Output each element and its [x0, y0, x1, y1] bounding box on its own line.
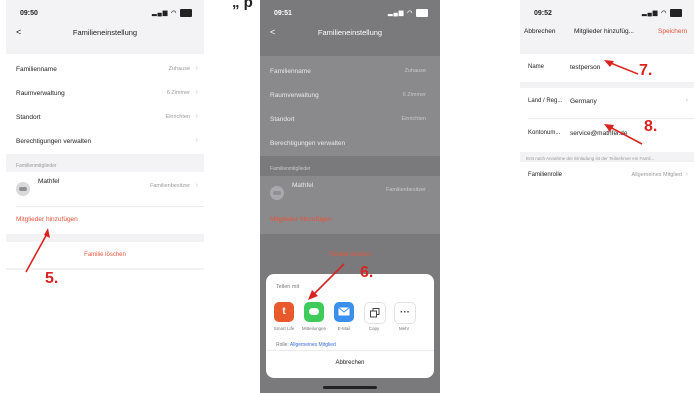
name-input[interactable]: testperson [570, 64, 600, 71]
status-time: 09:51 [274, 10, 292, 17]
role-group: Familienrolle Allgemeines Mitglied › [520, 162, 694, 393]
settings-group: Familienname Zuhause › Raumverwaltung 6 … [6, 54, 204, 154]
annotation-step-6: 6. [360, 264, 374, 281]
annotation-arrow [25, 228, 50, 273]
signal-wifi-battery-icon: ▂▄▆ ◠ [388, 9, 428, 17]
screen-add-member: 09:52 ▂▄▆ ◠ Abbrechen Mitglieder hinzufü… [520, 0, 694, 393]
nav-bar: < Familieneinstellung [6, 24, 204, 42]
smartlife-icon[interactable]: t [274, 302, 294, 322]
save-button[interactable]: Speichern [658, 28, 687, 35]
delete-family-dimmed: Familie löschen [329, 252, 371, 258]
members-group: Mathfel Familienbesitzer › Mitglieder hi… [6, 172, 204, 234]
family-role-field[interactable]: Familienrolle Allgemeines Mitglied › [520, 164, 694, 188]
members-group-dimmed: Mathfel Familienbesitzer Mitglieder hinz… [260, 176, 440, 234]
page-title: Familieneinstellung [317, 28, 383, 37]
role-link[interactable]: Allgemeines Mitglied [290, 342, 336, 348]
member-row[interactable]: Mathfel Familienbesitzer › [6, 174, 204, 200]
avatar [16, 182, 30, 196]
status-bar: 09:50 ▂▄▆ ◠ [6, 0, 204, 22]
row-permissions[interactable]: Berechtigungen verwalten › [6, 130, 204, 154]
nav-bar: Abbrechen Mitglieder hinzufüg... Speiche… [520, 24, 694, 42]
row-location[interactable]: Standort Einrichten › [6, 106, 204, 130]
member-role: Familienbesitzer [149, 183, 190, 189]
annotation-arrow [604, 60, 639, 75]
role-line: Rolle: Allgemeines Mitglied [276, 342, 336, 348]
more-icon[interactable]: ··· [394, 302, 416, 324]
screen-family-settings: 09:50 ▂▄▆ ◠ < Familieneinstellung Famili… [6, 0, 204, 393]
country-field[interactable]: Land / Reg... Germany › [520, 90, 694, 114]
signal-wifi-battery-icon: ▂▄▆ ◠ [642, 9, 682, 17]
signal-wifi-battery-icon: ▂▄▆ ◠ [152, 9, 192, 17]
cancel-button[interactable]: Abbrechen [524, 28, 555, 35]
chevron-right-icon: › [195, 182, 198, 189]
members-section-header: Familienmitglieder [16, 163, 57, 169]
invite-hint: Erst nach Annahme der Einladung ist der … [526, 156, 655, 161]
nav-bar: < Familieneinstellung [260, 24, 440, 42]
member-name: Mathfel [38, 178, 60, 185]
status-time: 09:50 [20, 10, 38, 17]
chevron-right-icon: › [685, 171, 688, 178]
home-indicator [323, 386, 377, 389]
cancel-button[interactable]: Abbrechen [266, 360, 434, 366]
chevron-right-icon: › [195, 113, 198, 120]
header-fragment: „ p [232, 0, 253, 11]
share-title: Teilen mit [276, 284, 300, 290]
page-title: Mitglieder hinzufüg... [574, 28, 634, 35]
chevron-right-icon: › [685, 97, 688, 104]
chevron-right-icon: › [195, 65, 198, 72]
status-time: 09:52 [534, 10, 552, 17]
screen-share-sheet: 09:51 ▂▄▆ ◠ < Familieneinstellung Famili… [260, 0, 440, 393]
annotation-step-8: 8. [644, 118, 658, 135]
status-bar: 09:51 ▂▄▆ ◠ [260, 0, 440, 22]
mail-icon[interactable] [334, 302, 354, 322]
settings-group-dimmed: Familienname Zuhause Raumverwaltung 6 Zi… [260, 56, 440, 156]
chevron-right-icon: › [195, 137, 198, 144]
row-family-name[interactable]: Familienname Zuhause › [6, 58, 204, 82]
annotation-arrow [604, 124, 643, 145]
messages-icon[interactable] [304, 302, 324, 322]
page-title: Familieneinstellung [72, 28, 138, 37]
row-room-management[interactable]: Raumverwaltung 6 Zimmer › [6, 82, 204, 106]
copy-icon[interactable] [364, 302, 386, 324]
annotation-step-7: 7. [639, 62, 653, 79]
annotation-arrow [308, 263, 345, 300]
chevron-right-icon: › [195, 89, 198, 96]
status-bar: 09:52 ▂▄▆ ◠ [520, 0, 694, 22]
annotation-step-5: 5. [45, 270, 59, 287]
